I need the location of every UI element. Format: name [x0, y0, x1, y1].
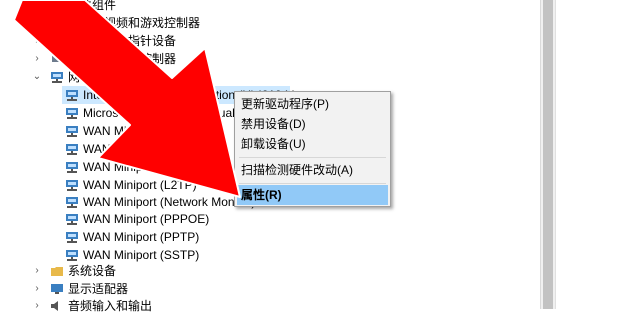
tree-node-usb-controllers[interactable]: › 通用串行总线控制器 [28, 50, 528, 68]
network-adapter-icon [66, 197, 78, 208]
tree-node-label: 网络适配器 [68, 70, 129, 84]
menu-item-update-driver[interactable]: 更新驱动程序(P) [237, 94, 388, 114]
speaker-icon [51, 301, 58, 311]
menu-item-properties[interactable]: 属性(R) [237, 185, 388, 205]
device-item-label: WAN Miniport (PPPOE) [83, 212, 210, 226]
monitor-icon [51, 284, 63, 294]
scrollbar-thumb[interactable] [543, 0, 553, 309]
device-item-label: WAN Miniport (L2TP) [83, 178, 197, 192]
scrollbar-track[interactable] [541, 0, 556, 309]
tree-node-label: 声音、视频和游戏控制器 [68, 16, 201, 30]
device-item-label: WAN Miniport (IPv6) [83, 160, 192, 174]
chevron-right-icon[interactable]: › [32, 50, 42, 68]
chevron-right-icon[interactable]: › [32, 297, 42, 315]
device-item-label: WAN Miniport (IKEv2) [83, 124, 200, 138]
network-adapter-icon [66, 250, 78, 261]
menu-separator [239, 157, 386, 158]
folder-icon [51, 267, 63, 276]
network-adapter-icon [66, 144, 78, 155]
device-item-label: WAN Miniport (PPTP) [83, 230, 200, 244]
tree-node-software-components[interactable]: › 软件组件 [28, 0, 528, 14]
menu-separator [239, 183, 386, 184]
chevron-right-icon[interactable]: › [32, 32, 42, 50]
chevron-right-icon[interactable]: › [32, 280, 42, 298]
device-item[interactable]: WAN Miniport (PPTP) [62, 228, 362, 246]
network-adapter-icon [66, 90, 78, 101]
device-item[interactable]: WAN Miniport (PPPOE) [62, 210, 362, 228]
device-item-label: WAN Miniport (Network Monitor) [83, 195, 256, 209]
tree-node-audio-io[interactable]: › 音频输入和输出 [28, 297, 528, 315]
network-adapter-icon [66, 126, 78, 137]
menu-item-uninstall-device[interactable]: 卸载设备(U) [237, 134, 388, 154]
network-adapter-icon [66, 232, 78, 243]
menu-item-scan-hardware[interactable]: 扫描检测硬件改动(A) [237, 160, 388, 180]
network-adapter-icon [51, 72, 63, 83]
mouse-icon [54, 36, 60, 46]
menu-item-disable-device[interactable]: 禁用设备(D) [237, 114, 388, 134]
tree-node-label: 显示适配器 [68, 282, 129, 296]
network-adapter-icon [66, 214, 78, 225]
chevron-right-icon[interactable]: › [32, 262, 42, 280]
tree-node-system-devices[interactable]: › 系统设备 [28, 262, 528, 280]
tree-node-display-adapters[interactable]: › 显示适配器 [28, 280, 528, 298]
vertical-scrollbar[interactable] [540, 0, 620, 309]
speaker-icon [51, 18, 62, 28]
tree-node-network-adapters[interactable]: ⌄ 网络适配器 [28, 68, 528, 86]
usb-icon [52, 56, 62, 62]
chevron-down-icon[interactable]: ⌄ [32, 68, 42, 86]
tree-node-sound-video-game[interactable]: › 声音、视频和游戏控制器 [28, 14, 528, 32]
tree-node-label: 音频输入和输出 [68, 299, 153, 313]
chevron-right-icon[interactable]: › [32, 14, 42, 32]
component-icon [51, 0, 61, 10]
tree-node-label: 软件组件 [68, 0, 117, 12]
device-item-label: WAN Miniport (IP) [83, 142, 180, 156]
context-menu: 更新驱动程序(P) 禁用设备(D) 卸载设备(U) 扫描检测硬件改动(A) 属性… [234, 91, 391, 207]
tree-node-mice[interactable]: › 鼠标和其他指针设备 [28, 32, 528, 50]
chevron-right-icon[interactable]: › [32, 0, 42, 14]
network-adapter-icon [66, 180, 78, 191]
network-adapter-icon [66, 162, 78, 173]
tree-node-label: 系统设备 [68, 264, 117, 278]
network-adapter-icon [66, 108, 78, 119]
tree-node-label: 鼠标和其他指针设备 [68, 34, 177, 48]
tree-node-label: 通用串行总线控制器 [68, 52, 177, 66]
